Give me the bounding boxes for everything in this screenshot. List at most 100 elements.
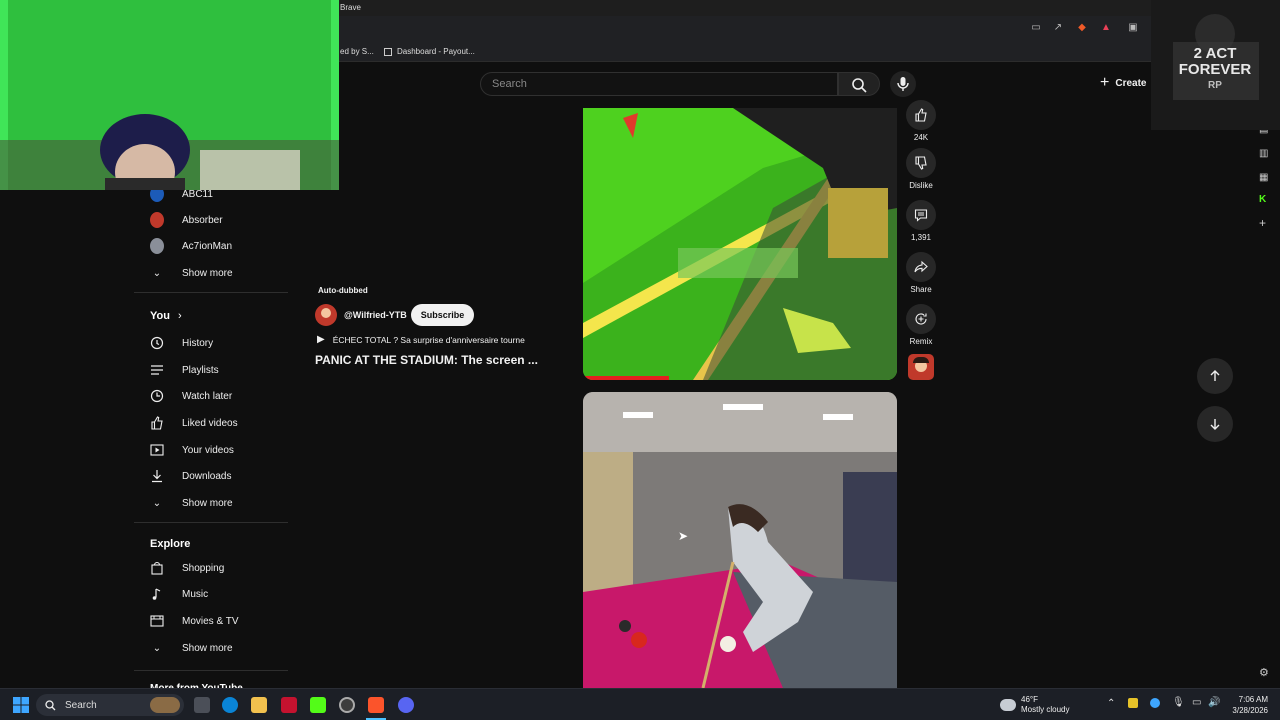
arrow-down-icon (1210, 419, 1220, 430)
file-explorer-icon[interactable] (251, 697, 267, 713)
channel-name: Absorber (182, 214, 223, 226)
next-short-button[interactable] (1197, 406, 1233, 442)
sidebar-toggle-icon[interactable]: ▣ (1127, 22, 1139, 34)
brave-rewards-icon[interactable]: ▲ (1100, 22, 1112, 34)
sidebar-item-history[interactable]: History (150, 333, 213, 353)
microphone-icon (897, 77, 909, 91)
search-button[interactable] (838, 72, 880, 96)
sidebar-item-label: History (182, 337, 214, 349)
chevron-up-icon[interactable]: ⌃ (1107, 698, 1115, 709)
comment-icon (906, 200, 936, 230)
weather-desc: Mostly cloudy (1021, 705, 1070, 714)
taskbar-search[interactable]: Search (36, 694, 184, 716)
tray-app-icon[interactable] (1128, 698, 1138, 708)
clock[interactable]: 7:06 AM 3/28/2026 (1226, 694, 1268, 716)
dislike-label: Dislike (909, 181, 933, 190)
sidebar-item-label: Shopping (182, 562, 225, 574)
network-icon[interactable]: ▭ (1192, 697, 1201, 708)
channel-avatar[interactable] (315, 304, 337, 326)
sidebar-item-playlists[interactable]: Playlists (150, 360, 219, 380)
brave-browser-icon[interactable] (368, 697, 384, 713)
add-panel-icon[interactable]: + (1259, 216, 1266, 230)
comments-button[interactable]: 1,391 (906, 200, 936, 242)
like-button[interactable]: 24K (906, 100, 936, 142)
share-page-icon[interactable]: ↗ (1052, 22, 1064, 34)
voice-search-button[interactable] (890, 71, 916, 97)
brave-shields-icon[interactable]: ◆ (1076, 22, 1088, 34)
kick-app-icon[interactable] (310, 697, 326, 713)
channel-name: ABC11 (182, 188, 213, 200)
sidebar: ABC11 Absorber Ac7ionMan ⌄ Show more You… (134, 186, 288, 694)
channel-avatar (150, 238, 164, 254)
task-view-icon[interactable] (194, 697, 210, 713)
share-icon (906, 252, 936, 282)
you-show-more[interactable]: ⌄ Show more (150, 493, 233, 513)
share-button[interactable]: Share (906, 252, 936, 294)
divider (134, 670, 288, 671)
sidebar-item-liked-videos[interactable]: Liked videos (150, 413, 238, 433)
history-panel-icon[interactable]: ▦ (1259, 172, 1268, 183)
webcam-overlay (0, 0, 339, 190)
discord-icon[interactable] (398, 697, 414, 713)
thumbs-up-icon (906, 100, 936, 130)
page-icon (384, 47, 392, 56)
you-header-label: You (150, 310, 170, 322)
chevron-down-icon: ⌄ (152, 497, 162, 509)
short-video-player[interactable] (583, 108, 897, 380)
edge-browser-icon[interactable] (222, 697, 238, 713)
sound-thumbnail[interactable] (908, 354, 934, 380)
logo-image: 2 ACT FOREVER RP (1151, 0, 1280, 130)
microphone-tray-icon[interactable]: 🎙 (1172, 697, 1185, 708)
settings-gear-icon[interactable]: ⚙ (1259, 666, 1269, 679)
dislike-button[interactable]: Dislike (906, 148, 936, 190)
short-title[interactable]: PANIC AT THE STADIUM: The screen ... (315, 353, 538, 367)
sidebar-channel-absorber[interactable]: Absorber (150, 210, 223, 230)
clock-icon (150, 389, 164, 403)
svg-text:RP: RP (1208, 80, 1222, 91)
reading-list-icon[interactable]: ▥ (1259, 148, 1268, 159)
bookmark-item[interactable]: ed by S... (340, 47, 374, 56)
sidebar-item-downloads[interactable]: Downloads (150, 466, 231, 486)
channel-avatar (150, 212, 164, 228)
adobe-app-icon[interactable] (281, 697, 297, 713)
chevron-down-icon: ⌄ (152, 267, 162, 279)
sidebar-item-label: Watch later (182, 390, 233, 402)
bookmark-dashboard[interactable]: Dashboard - Payout... (384, 47, 475, 56)
you-header[interactable]: You › (150, 310, 182, 322)
create-button[interactable]: + Create (1100, 74, 1146, 92)
next-short-video[interactable]: ➤ (583, 392, 897, 688)
explore-show-more[interactable]: ⌄ Show more (150, 638, 233, 658)
sidebar-channel-ac7ionman[interactable]: Ac7ionMan (150, 236, 232, 256)
kick-icon[interactable]: K (1259, 194, 1266, 205)
windows-start-button[interactable] (13, 697, 29, 713)
sidebar-item-label: Music (182, 588, 209, 600)
remix-button[interactable]: Remix (906, 304, 936, 346)
play-square-icon (150, 443, 164, 457)
sidebar-item-music[interactable]: Music (150, 584, 208, 604)
sidebar-item-watch-later[interactable]: Watch later (150, 386, 232, 406)
subs-show-more[interactable]: ⌄ Show more (150, 263, 233, 283)
explore-header: Explore (150, 538, 191, 550)
subscribe-button[interactable]: Subscribe (411, 304, 474, 326)
channel-name[interactable]: @Wilfried-YTB (344, 310, 407, 320)
sidebar-item-your-videos[interactable]: Your videos (150, 440, 234, 460)
mouse-cursor-icon: ➤ (678, 529, 689, 543)
volume-icon[interactable]: 🔊 (1208, 697, 1220, 708)
sidebar-item-movies-tv[interactable]: Movies & TV (150, 611, 239, 631)
playlists-icon (150, 363, 164, 377)
taskbar-search-label: Search (65, 699, 97, 711)
show-more-label: Show more (182, 497, 233, 509)
playlist-link[interactable]: ▶ ÉCHEC TOTAL ? Sa surprise d'anniversai… (317, 334, 525, 345)
search-input[interactable]: Search (480, 72, 838, 96)
thumbs-down-icon (906, 148, 936, 178)
search-highlight-icon (150, 697, 180, 713)
obs-studio-icon[interactable] (339, 697, 355, 713)
weather-widget[interactable]: 46°F Mostly cloudy (1000, 695, 1069, 715)
divider (134, 292, 288, 293)
previous-short-button[interactable] (1197, 358, 1233, 394)
screen-share-icon[interactable]: ▭ (1030, 22, 1042, 34)
show-more-label: Show more (182, 642, 233, 654)
sidebar-item-shopping[interactable]: Shopping (150, 558, 224, 578)
video-thumbnail (583, 392, 897, 688)
tray-app-icon[interactable] (1150, 698, 1160, 708)
